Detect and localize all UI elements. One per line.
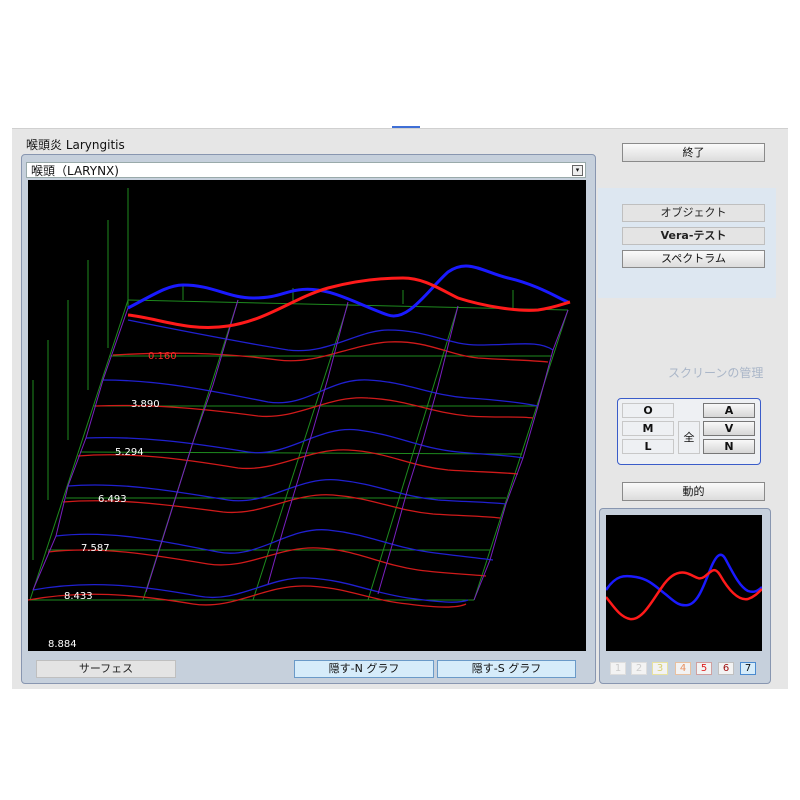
level-swatch-2[interactable]: 2 xyxy=(631,662,647,675)
top-indicator xyxy=(392,126,420,128)
screen-management-label: スクリーンの管理 xyxy=(668,366,764,380)
plot-label-7: 8.884 xyxy=(48,639,77,650)
surface-button[interactable]: サーフェス xyxy=(36,660,176,678)
dynamic-button[interactable]: 動的 xyxy=(622,482,765,501)
mini-waveform-plot xyxy=(604,515,763,651)
mode-v-button[interactable]: V xyxy=(703,421,755,436)
mode-m-button[interactable]: M xyxy=(622,421,674,436)
vera-test-button[interactable]: Vera-テスト xyxy=(622,227,765,245)
dropdown-arrow-icon[interactable]: ▾ xyxy=(572,165,583,176)
surface-traces xyxy=(27,319,554,608)
surface-plot: 0.160 3.890 5.294 6.493 7.587 8.433 8.88… xyxy=(27,180,586,651)
plot-label-5: 7.587 xyxy=(81,543,110,554)
grid-lines xyxy=(29,188,569,601)
level-swatch-6[interactable]: 6 xyxy=(718,662,734,675)
level-swatch-3[interactable]: 3 xyxy=(652,662,668,675)
surface-plot-svg: 0.160 3.890 5.294 6.493 7.587 8.433 8.88… xyxy=(27,188,571,650)
plot-label-2: 3.890 xyxy=(131,399,160,410)
object-button[interactable]: オブジェクト xyxy=(622,204,765,222)
view-title-bar: 喉頭（LARYNX) ▾ xyxy=(26,162,586,178)
hide-s-graph-button[interactable]: 隠す-S グラフ xyxy=(437,660,576,678)
mode-all-button[interactable]: 全 xyxy=(678,421,700,454)
plot-label-6: 8.433 xyxy=(64,591,93,602)
level-swatch-1[interactable]: 1 xyxy=(610,662,626,675)
plot-label-1: 0.160 xyxy=(148,351,177,362)
mode-l-button[interactable]: L xyxy=(622,439,674,454)
view-title: 喉頭（LARYNX) xyxy=(31,164,119,178)
spectrum-button[interactable]: スペクトラム xyxy=(622,250,765,268)
level-swatch-5[interactable]: 5 xyxy=(696,662,712,675)
mode-n-button[interactable]: N xyxy=(703,439,755,454)
mode-o-button[interactable]: O xyxy=(622,403,674,418)
level-swatch-7[interactable]: 7 xyxy=(740,662,756,675)
mini-waveform-svg xyxy=(604,553,763,621)
window-title: 喉頭炎 Laryngitis xyxy=(26,138,125,152)
mode-a-button[interactable]: A xyxy=(703,403,755,418)
plot-labels: 0.160 3.890 5.294 6.493 7.587 8.433 8.88… xyxy=(48,351,177,650)
end-button[interactable]: 終了 xyxy=(622,143,765,162)
level-swatch-4[interactable]: 4 xyxy=(675,662,691,675)
surface-front-edge xyxy=(127,264,571,329)
plot-label-4: 6.493 xyxy=(98,494,127,505)
plot-label-3: 5.294 xyxy=(115,447,144,458)
mini-red-series xyxy=(605,568,763,621)
hide-n-graph-button[interactable]: 隠す-N グラフ xyxy=(294,660,434,678)
